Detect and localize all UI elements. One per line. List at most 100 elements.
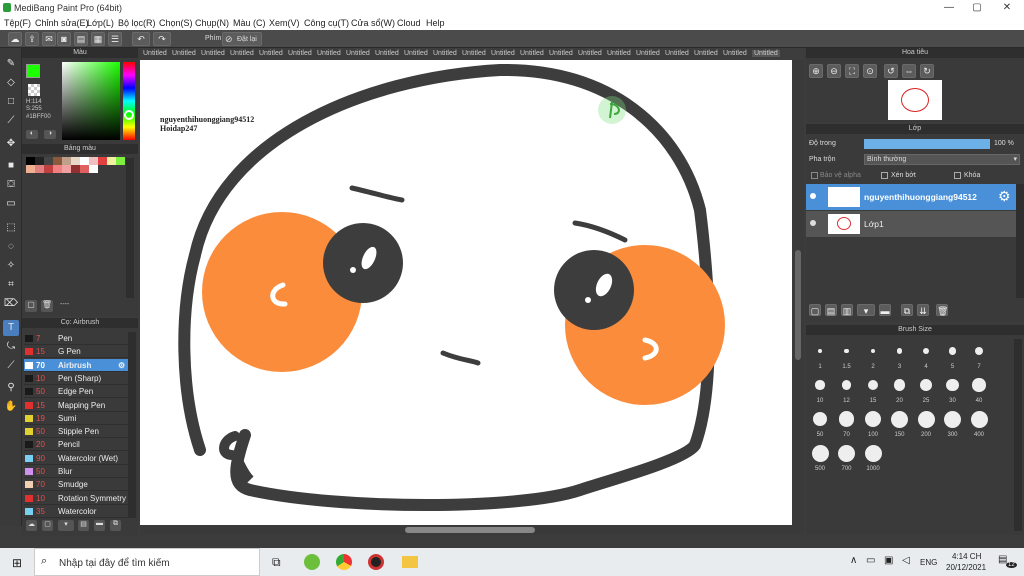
brush-scrollbar[interactable] [128,332,136,518]
brush-item[interactable]: 10 Rotation Symmetry [24,492,128,505]
fill-rect-tool-icon[interactable]: ■ [3,158,19,174]
dot-tool-icon[interactable]: ⟋ [3,113,19,129]
palette-swatch[interactable] [53,165,62,173]
layer-scrollbar[interactable] [1016,184,1024,298]
list-icon[interactable]: ☰ [108,32,122,46]
clock-time[interactable]: 4:14 CH [952,552,981,561]
maximize-button[interactable]: ▢ [962,0,992,16]
brush-size-option[interactable]: 3 [888,339,912,371]
menu-color[interactable]: Màu (C) [233,18,266,28]
page-icon[interactable]: ▤ [74,32,88,46]
menu-window[interactable]: Cửa sổ(W) [351,18,395,28]
vertical-scrollbar[interactable] [792,60,804,525]
eye-icon[interactable] [810,220,816,226]
palette-swatch[interactable] [62,165,71,173]
color-swap-icon[interactable]: ◑ [44,130,56,139]
layer-row[interactable]: Lớp1 [806,211,1016,237]
fit-icon[interactable]: ⛶ [845,64,859,78]
upload-icon[interactable]: ⇪ [25,32,39,46]
lasso-tool-icon[interactable]: ◌ [3,239,19,255]
eyedropper-icon[interactable]: ⚲ [3,380,19,396]
brush-item[interactable]: 50 Stipple Pen [24,425,128,439]
brush-item[interactable]: 20 Pencil [24,438,128,452]
lock-checkbox[interactable] [954,172,961,179]
brush-item[interactable]: 50 Blur [24,465,128,478]
brush-size-option[interactable]: 200 [914,407,938,439]
rotate-left-icon[interactable]: ↺ [884,64,898,78]
palette-swatch[interactable] [35,157,44,165]
new-halftone-layer-icon[interactable]: ▤ [825,304,837,316]
tab-untitled[interactable]: Untitled [578,50,602,57]
gradient-tool-icon[interactable]: ▭ [3,196,19,212]
eye-icon[interactable] [810,193,816,199]
zoom-out-icon[interactable]: ⊖ [827,64,841,78]
tab-untitled[interactable]: Untitled [172,50,196,57]
language-indicator[interactable]: ENG [920,558,937,567]
brush-settings-icon[interactable]: ▤ [78,520,89,531]
cloud-icon[interactable]: ☁ [8,32,22,46]
brush-item[interactable]: 50 Edge Pen [24,385,128,399]
saturation-value-picker[interactable] [62,62,120,140]
rect-tool-icon[interactable]: □ [3,94,19,110]
rotate-right-icon[interactable]: ↻ [920,64,934,78]
menu-layer[interactable]: Lớp(L) [87,18,114,28]
palette-swatch[interactable] [35,165,44,173]
palette-swatch[interactable] [107,157,116,165]
new-palette-icon[interactable]: ▢ [25,300,37,312]
cloud-brush-icon[interactable]: ☁ [26,520,37,531]
brush-size-option[interactable]: 5 [941,339,965,371]
hue-slider-handle[interactable] [124,110,134,120]
close-button[interactable]: ✕ [992,0,1022,16]
tab-untitled[interactable]: Untitled [520,50,544,57]
brush-size-option[interactable]: 50 [808,407,832,439]
brush-size-option[interactable]: 70 [835,407,859,439]
palette-swatch[interactable] [71,165,80,173]
brush-size-option[interactable]: 300 [941,407,965,439]
tab-untitled[interactable]: Untitled [636,50,660,57]
brush-size-option[interactable]: 2 [861,339,885,371]
menu-snap[interactable]: Chụp(N) [195,18,229,28]
tab-untitled[interactable]: Untitled [462,50,486,57]
tab-untitled[interactable]: Untitled [404,50,428,57]
trash-icon[interactable]: 🗑 [41,300,53,312]
brush-size-option[interactable]: 15 [861,373,885,405]
zoom-in-icon[interactable]: ⊕ [809,64,823,78]
hue-slider[interactable] [123,62,135,140]
brush-size-option[interactable]: 4 [914,339,938,371]
volume-icon[interactable]: ◁ [902,555,910,566]
menu-select[interactable]: Chọn(S) [159,18,193,28]
add-brush-icon[interactable]: ▢ [42,520,53,531]
search-box[interactable]: ⌕ Nhập tại đây để tìm kiếm [34,548,260,576]
tab-untitled[interactable]: Untitled [723,50,747,57]
chevron-up-icon[interactable]: ∧ [850,555,857,566]
tab-untitled[interactable]: Untitled [346,50,370,57]
bucket-tool-icon[interactable]: ⛋ [3,177,19,193]
palette-swatches[interactable] [26,157,126,175]
flip-icon[interactable]: ⇔ [902,64,916,78]
vertical-scroll-thumb[interactable] [795,250,801,360]
tab-untitled[interactable]: Untitled [201,50,225,57]
duplicate-layer-icon[interactable]: ⧉ [901,304,913,316]
new-8bit-layer-icon[interactable]: ▥ [841,304,853,316]
brush-item[interactable]: 19 Sumi [24,412,128,425]
select-eraser-icon[interactable]: ⌦ [3,296,19,312]
brush-size-option[interactable]: 400 [967,407,991,439]
delete-layer-icon[interactable]: 🗑 [936,304,948,316]
tab-untitled[interactable]: Untitled [694,50,718,57]
magic-wand-icon[interactable]: ✧ [3,258,19,274]
brush-size-option[interactable]: 20 [888,373,912,405]
palette-swatch[interactable] [80,165,89,173]
grid-icon[interactable]: ▦ [91,32,105,46]
navigator-thumbnail[interactable] [888,80,942,120]
brush-size-option[interactable]: 10 [808,373,832,405]
undo-icon[interactable]: ↶ [132,32,150,46]
windows-start-icon[interactable]: ⊞ [12,556,22,570]
gear-icon[interactable]: ⚙ [118,359,125,372]
palette-swatch[interactable] [89,157,98,165]
tab-untitled[interactable]: Untitled [549,50,573,57]
palette-swatch[interactable] [44,157,53,165]
reset-button[interactable]: ⊘ Đặt lại [222,32,262,46]
layer-add-menu-icon[interactable]: ▾ [857,304,875,316]
palette-scrollbar[interactable] [126,158,134,298]
palette-swatch[interactable] [116,157,125,165]
